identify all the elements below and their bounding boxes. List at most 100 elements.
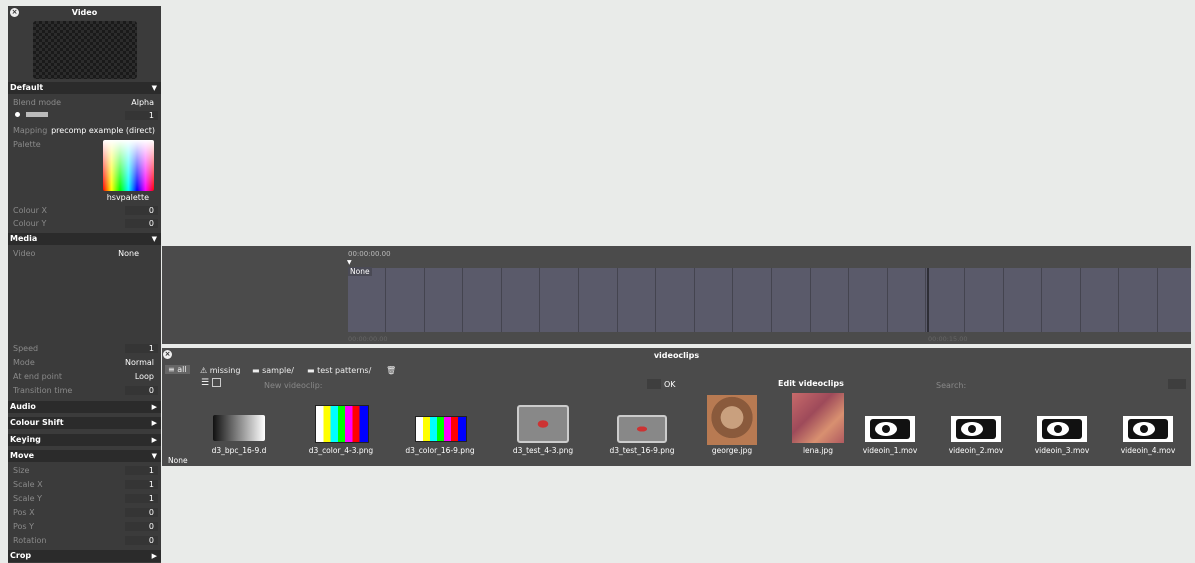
grid-view-icon[interactable]: [212, 378, 221, 387]
palette-name: hsvpalette: [106, 193, 149, 202]
end-point-label: At end point: [13, 372, 63, 381]
chevron-right-icon: ▶: [151, 552, 157, 560]
tab-sample[interactable]: ▬ sample/: [252, 366, 294, 375]
list-view-icon[interactable]: ☰: [201, 378, 209, 388]
timeline-frame: [387, 268, 425, 332]
colour-x-value: 0: [148, 206, 154, 215]
videoclip-thumbnail[interactable]: [865, 416, 915, 442]
timeline-frame: [464, 268, 502, 332]
scale-x-label: Scale X: [13, 480, 43, 489]
section-colour-shift[interactable]: Colour Shift ▶: [8, 417, 161, 429]
timeline-frame: [888, 268, 927, 332]
end-point-value[interactable]: Loop: [135, 372, 154, 381]
timeline-frame: [502, 268, 541, 332]
ok-button[interactable]: OK: [664, 380, 676, 389]
pos-x-value: 0: [148, 508, 154, 517]
timecode-start: 00:00:00.00: [348, 335, 388, 343]
videoclip-thumbnail[interactable]: [315, 405, 369, 443]
list-icon: ≡: [168, 365, 175, 374]
search-input[interactable]: [1168, 379, 1186, 389]
videoclip-thumbnail[interactable]: [1037, 416, 1087, 442]
tab-all[interactable]: ≡ all: [165, 365, 190, 374]
section-default[interactable]: Default ▼: [8, 82, 161, 94]
video-panel: × Video Default ▼ Blend mode Alpha 1 Map…: [8, 6, 161, 563]
timeline-frame: [734, 268, 772, 332]
new-videoclip-input[interactable]: [647, 379, 661, 389]
brightness-slider[interactable]: [26, 112, 48, 117]
mode-value[interactable]: Normal: [125, 358, 154, 367]
palette-label: Palette: [13, 140, 41, 149]
videoclip-thumbnail[interactable]: [792, 393, 844, 443]
video-label: Video: [13, 249, 36, 258]
colour-y-value: 0: [148, 219, 154, 228]
transition-time-label: Transition time: [13, 386, 73, 395]
videoclip-name: d3_bpc_16-9.d: [211, 446, 267, 455]
timeline-frame: [927, 268, 965, 332]
chevron-down-icon: ▼: [151, 235, 157, 243]
videoclip-thumbnail[interactable]: [707, 395, 757, 445]
edit-videoclips-button[interactable]: Edit videoclips: [778, 379, 844, 388]
camera-icon: [870, 419, 910, 439]
timeline-frame: [425, 268, 464, 332]
tab-missing[interactable]: ⚠ missing: [200, 366, 240, 375]
timeline-frame: [811, 268, 850, 332]
videoclip-thumbnail[interactable]: [213, 415, 265, 441]
section-audio-label: Audio: [10, 402, 36, 411]
timeline-marker: [927, 268, 929, 332]
section-audio[interactable]: Audio ▶: [8, 401, 161, 413]
none-label: None: [168, 456, 188, 465]
timeline-frame: [348, 268, 386, 332]
timeline-frame: [1004, 268, 1043, 332]
warning-icon: ⚠: [200, 366, 208, 375]
scale-x-value: 1: [148, 480, 154, 489]
tab-all-label: all: [177, 365, 187, 374]
videoclip-name: george.jpg: [711, 446, 753, 455]
playhead-icon[interactable]: ▼: [347, 259, 352, 266]
folder-icon: ▬: [252, 366, 260, 375]
videoclip-thumbnail[interactable]: [517, 405, 569, 443]
pos-x-label: Pos X: [13, 508, 35, 517]
videoclip-name: videoin_4.mov: [1120, 446, 1176, 455]
chevron-right-icon: ▶: [151, 403, 157, 411]
section-keying[interactable]: Keying ▶: [8, 434, 161, 446]
camera-icon: [1042, 419, 1082, 439]
trash-icon[interactable]: 🗑: [386, 366, 396, 375]
search-label: Search:: [936, 381, 967, 390]
timecode-top: 00:00:00.00: [348, 250, 391, 258]
speed-label: Speed: [13, 344, 39, 353]
timeline[interactable]: 00:00:00.00 ▼ None 00:00:00.00 00:00:15.…: [162, 246, 1191, 344]
timeline-frame: [850, 268, 888, 332]
hsv-palette-swatch[interactable]: [103, 140, 154, 191]
mapping-value[interactable]: precomp example (direct): [51, 126, 155, 135]
colour-x-label: Colour X: [13, 206, 47, 215]
scale-y-label: Scale Y: [13, 494, 42, 503]
size-label: Size: [13, 466, 30, 475]
section-media[interactable]: Media ▼: [8, 233, 161, 245]
chevron-right-icon: ▶: [151, 419, 157, 427]
videoclip-thumbnail[interactable]: [617, 415, 667, 443]
videoclip-thumbnail[interactable]: [415, 416, 467, 442]
section-move[interactable]: Move ▼: [8, 450, 161, 462]
section-crop-label: Crop: [10, 551, 32, 560]
scale-y-value: 1: [148, 494, 154, 503]
video-value[interactable]: None: [118, 249, 139, 258]
chevron-right-icon: ▶: [151, 436, 157, 444]
blend-mode-value[interactable]: Alpha: [131, 98, 154, 107]
section-crop[interactable]: Crop ▶: [8, 550, 161, 562]
timeline-frame: [1081, 268, 1120, 332]
timeline-frame: [773, 268, 811, 332]
videoclip-name: d3_color_16-9.png: [405, 446, 475, 455]
mapping-label: Mapping: [13, 126, 48, 135]
bulb-icon: [15, 112, 20, 117]
folder-icon: ▬: [307, 366, 315, 375]
timeline-frame: [1043, 268, 1081, 332]
section-media-label: Media: [10, 234, 38, 243]
timeline-frame: [1159, 268, 1191, 332]
timeline-track[interactable]: [348, 268, 1191, 332]
section-move-label: Move: [10, 451, 35, 460]
timeline-frame: [580, 268, 618, 332]
videoclip-thumbnail[interactable]: [951, 416, 1001, 442]
videoclip-thumbnail[interactable]: [1123, 416, 1173, 442]
videoclip-name: videoin_1.mov: [862, 446, 918, 455]
tab-test-patterns[interactable]: ▬ test patterns/: [307, 366, 371, 375]
